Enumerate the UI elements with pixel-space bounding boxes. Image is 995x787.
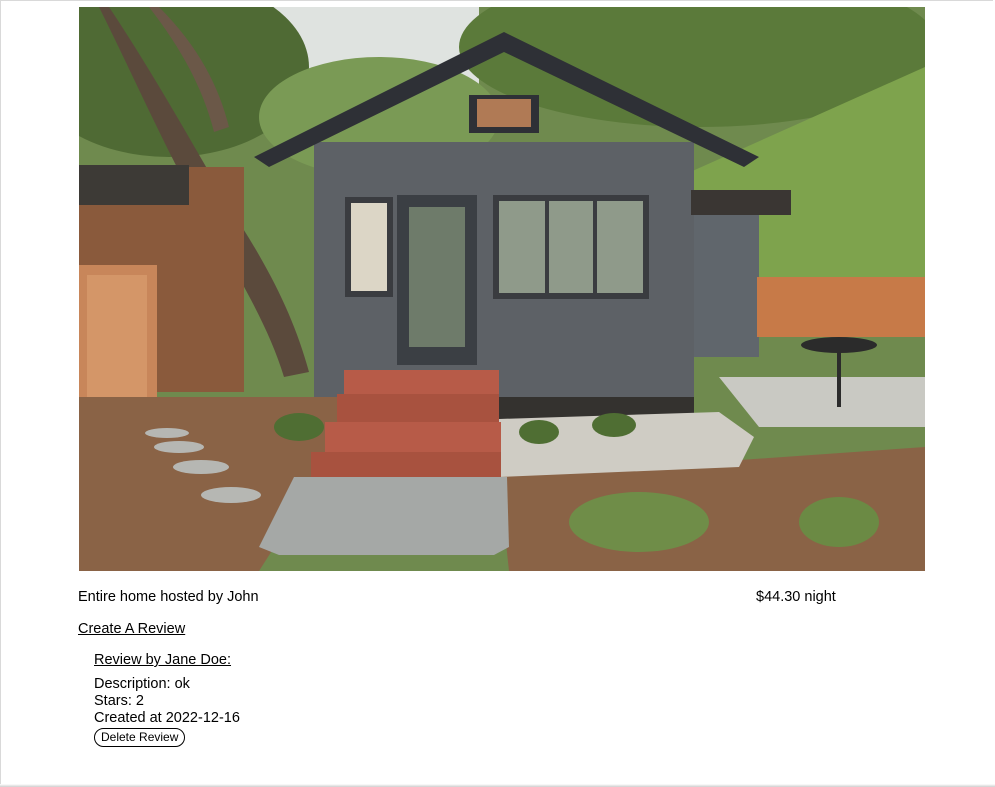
- create-review-link[interactable]: Create A Review: [78, 621, 185, 637]
- listing-photo: [79, 7, 925, 571]
- review-stars: Stars: 2: [94, 693, 144, 709]
- review-title: Review by Jane Doe:: [94, 652, 232, 668]
- review-description: Description: ok: [94, 676, 190, 692]
- review-item: Review by Jane Doe: Description: ok Star…: [94, 652, 494, 747]
- delete-review-button[interactable]: Delete Review: [94, 728, 186, 747]
- listing-host-text: Entire home hosted by John: [78, 589, 259, 605]
- listing-price: $44.30 night: [756, 589, 836, 605]
- listing-info-row: Entire home hosted by John $44.30 night: [78, 589, 838, 609]
- review-created: Created at 2022-12-16: [94, 710, 240, 726]
